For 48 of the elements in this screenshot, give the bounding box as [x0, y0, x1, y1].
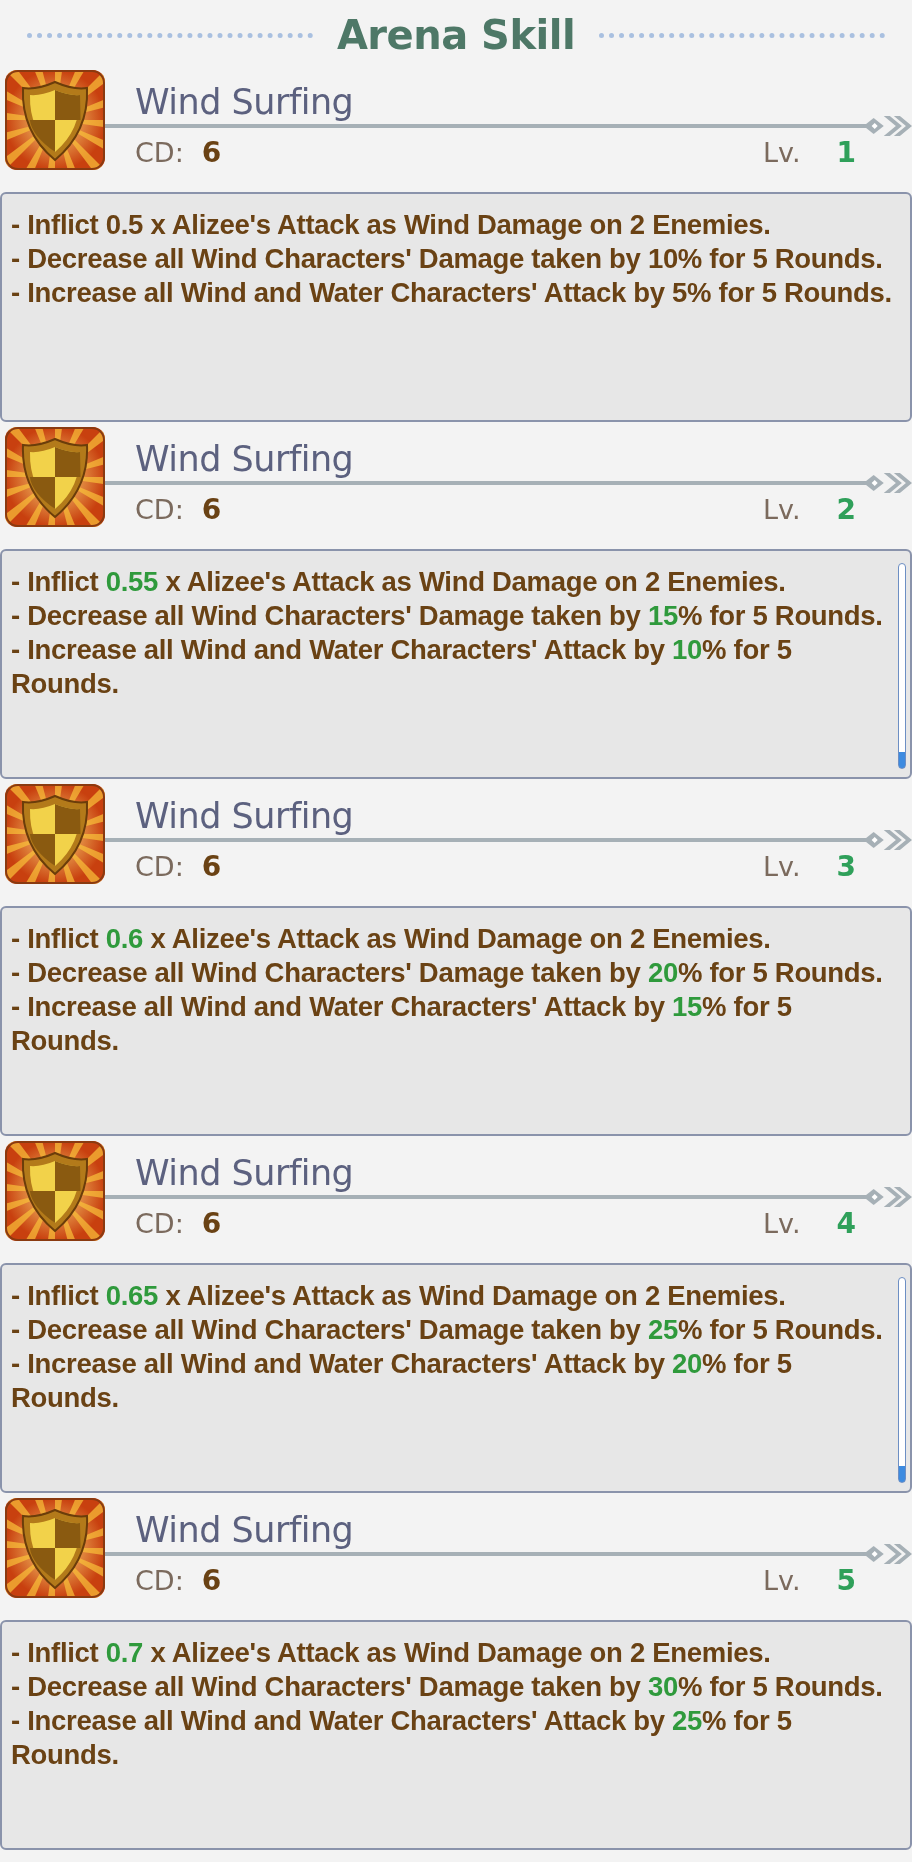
cooldown-label: CD: [135, 1565, 184, 1596]
shield-icon [5, 1498, 105, 1598]
effect-line: - Increase all Wind and Water Characters' Attack by 10% for 5 Rounds. [11, 633, 793, 701]
effect-line: - Inflict 0.6 x Alizee's Attack as Wind Damage on 2 Enemies. [11, 922, 772, 956]
shield-icon [5, 1141, 105, 1241]
shield-icon [5, 427, 105, 527]
level-label: Lv. [763, 1565, 801, 1596]
effect-line: - Decrease all Wind Characters' Damage taken by 10% for 5 Rounds. [11, 242, 884, 276]
scrollbar[interactable] [898, 1277, 906, 1483]
cooldown-label: CD: [135, 137, 184, 168]
effect-line: - Inflict 0.7 x Alizee's Attack as Wind Damage on 2 Enemies. [11, 1636, 772, 1670]
level-value: 1 [836, 136, 856, 169]
effect-line: - Inflict 0.65 x Alizee's Attack as Wind Damage on 2 Enemies. [11, 1279, 787, 1313]
effect-line: - Inflict 0.55 x Alizee's Attack as Wind Damage on 2 Enemies. [11, 565, 787, 599]
cooldown-label: CD: [135, 1208, 184, 1239]
skill-name: Wind Surfing [135, 82, 355, 122]
level-label: Lv. [763, 851, 801, 882]
cooldown-label: CD: [135, 494, 184, 525]
skill-name: Wind Surfing [135, 439, 355, 479]
skill-name: Wind Surfing [135, 796, 355, 836]
level-value: 4 [836, 1207, 856, 1240]
cooldown-value: 6 [201, 1564, 222, 1597]
section-title: Arena Skill [336, 12, 576, 58]
effect-line: - Increase all Wind and Water Characters' Attack by 15% for 5 Rounds. [11, 990, 793, 1058]
level-label: Lv. [763, 137, 801, 168]
effect-line: - Decrease all Wind Characters' Damage taken by 30% for 5 Rounds. [11, 1670, 884, 1704]
cooldown-value: 6 [201, 850, 222, 883]
level-value: 3 [836, 850, 856, 883]
level-label: Lv. [763, 494, 801, 525]
level-value: 2 [836, 493, 856, 526]
cooldown-value: 6 [201, 493, 222, 526]
scrollbar[interactable] [898, 563, 906, 769]
skill-name: Wind Surfing [135, 1153, 355, 1193]
cooldown-label: CD: [135, 851, 184, 882]
cooldown-value: 6 [201, 1207, 222, 1240]
effect-line: - Increase all Wind and Water Characters' Attack by 5% for 5 Rounds. [11, 276, 893, 310]
effect-line: - Increase all Wind and Water Characters' Attack by 25% for 5 Rounds. [11, 1704, 793, 1772]
shield-icon [5, 70, 105, 170]
level-value: 5 [836, 1564, 856, 1597]
effect-line: - Decrease all Wind Characters' Damage taken by 25% for 5 Rounds. [11, 1313, 884, 1347]
cooldown-value: 6 [201, 136, 222, 169]
skill-name: Wind Surfing [135, 1510, 355, 1550]
effect-line: - Inflict 0.5 x Alizee's Attack as Wind Damage on 2 Enemies. [11, 208, 772, 242]
effect-line: - Decrease all Wind Characters' Damage taken by 15% for 5 Rounds. [11, 599, 884, 633]
effect-line: - Decrease all Wind Characters' Damage taken by 20% for 5 Rounds. [11, 956, 884, 990]
shield-icon [5, 784, 105, 884]
effect-line: - Increase all Wind and Water Characters' Attack by 20% for 5 Rounds. [11, 1347, 793, 1415]
level-label: Lv. [763, 1208, 801, 1239]
